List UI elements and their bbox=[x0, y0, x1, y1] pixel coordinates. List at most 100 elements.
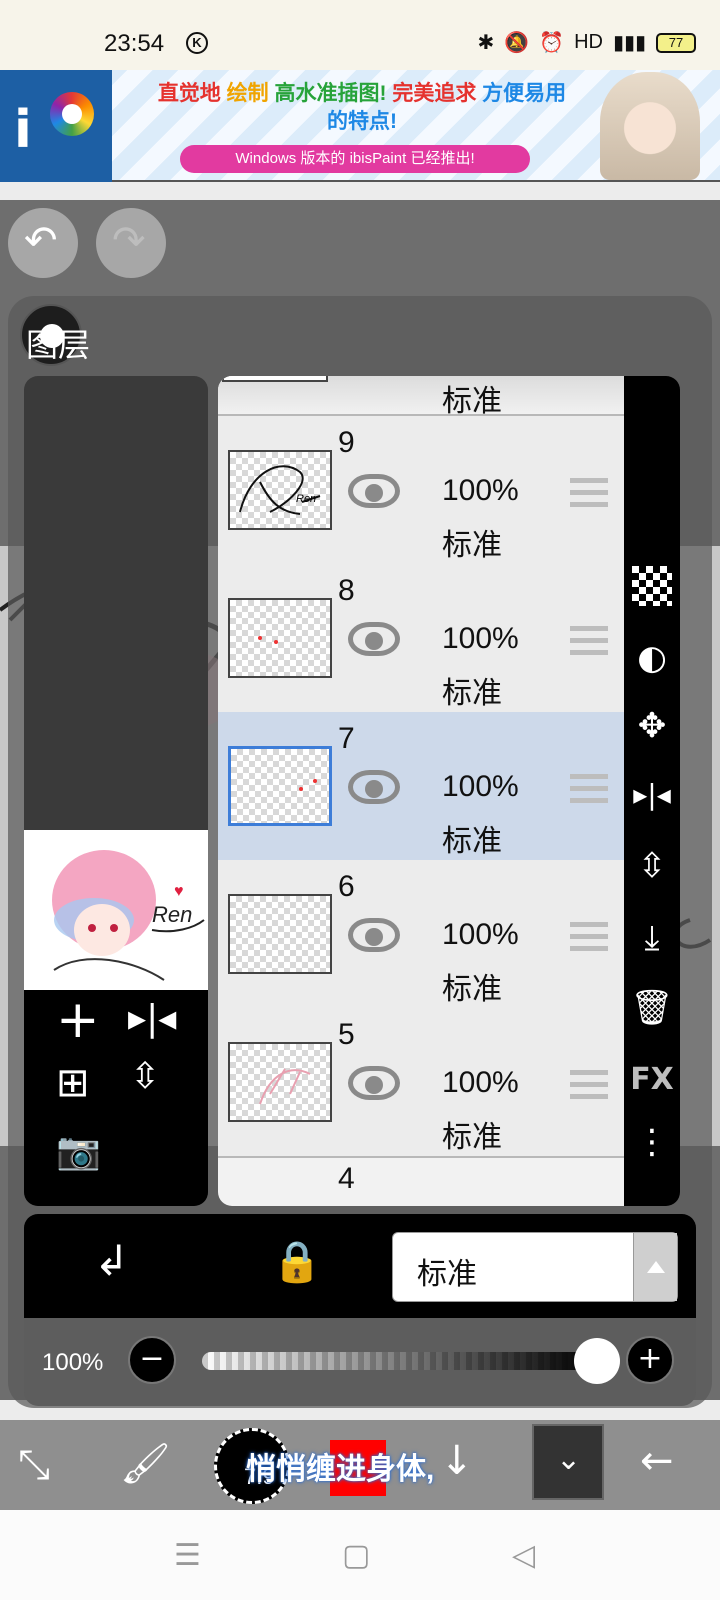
redo-icon: ↷ bbox=[112, 218, 146, 264]
back-nav-icon[interactable]: ◁ bbox=[512, 1538, 535, 1573]
layer-row[interactable]: 8 100% 标准 bbox=[218, 564, 624, 714]
layer-blend-mode: 标准 bbox=[442, 973, 502, 1006]
blend-mode-value: 标准 bbox=[417, 1258, 477, 1291]
drag-handle-icon[interactable] bbox=[570, 478, 608, 508]
alpha-lock-icon[interactable]: 🔒 bbox=[272, 1238, 322, 1285]
collapse-button[interactable]: ⌄ bbox=[532, 1424, 604, 1500]
add-layer-icon[interactable]: + bbox=[56, 990, 100, 1050]
logo-letter: i bbox=[14, 100, 32, 160]
ad-banner[interactable]: i 直觉地 绘制 高水准插图! 完美追求 方便易用 的特点! Windows 版… bbox=[0, 70, 720, 182]
visibility-eye-icon[interactable] bbox=[348, 1066, 400, 1100]
preview-illustration: Ren ♥ bbox=[52, 850, 205, 981]
ad-headline-line2: 的特点! bbox=[327, 110, 397, 133]
undo-button[interactable]: ↶ bbox=[8, 208, 78, 278]
preview-signature: Ren bbox=[152, 902, 192, 927]
more-icon[interactable]: ⋮ bbox=[624, 1122, 680, 1162]
ibispaint-logo: i bbox=[0, 70, 112, 182]
layer-thumbnail bbox=[228, 894, 332, 974]
status-time: 23:54 bbox=[104, 30, 165, 57]
ad-headline-part: 高水准插图! bbox=[274, 82, 393, 105]
undo-icon: ↶ bbox=[24, 218, 58, 264]
opacity-slider-thumb[interactable] bbox=[574, 1338, 620, 1384]
layer-row[interactable]: 6 100% 标准 bbox=[218, 860, 624, 1010]
system-nav-bar: ☰ ▢ ◁ bbox=[0, 1510, 720, 1600]
layer-thumbnail bbox=[228, 746, 332, 826]
alarm-icon: ⏰ bbox=[539, 32, 565, 54]
battery-icon: 77 bbox=[656, 32, 696, 53]
k-badge-icon: K bbox=[186, 32, 208, 54]
partial-layer-number: 4 bbox=[338, 1162, 355, 1195]
menu-nav-icon[interactable]: ☰ bbox=[174, 1538, 201, 1573]
trash-icon[interactable]: 🗑 bbox=[624, 988, 680, 1028]
checker-icon[interactable] bbox=[624, 566, 680, 615]
ad-headline-part: 完美追求 bbox=[392, 82, 483, 105]
layer-blend-mode: 标准 bbox=[442, 677, 502, 710]
drag-handle-icon[interactable] bbox=[570, 922, 608, 952]
ad-headline-part: 直觉地 bbox=[157, 82, 227, 105]
dropdown-arrow-icon bbox=[633, 1233, 677, 1301]
duplicate-layer-icon[interactable]: ⊞ bbox=[56, 1060, 90, 1106]
move-icon[interactable]: ✥ bbox=[624, 706, 680, 746]
opacity-increase-button[interactable]: + bbox=[626, 1336, 674, 1384]
layer-opacity: 100% bbox=[442, 918, 519, 951]
partial-layer-thumb bbox=[222, 376, 328, 382]
layer-thumbnail: Ren bbox=[228, 450, 332, 530]
drag-handle-icon[interactable] bbox=[570, 626, 608, 656]
ad-headline-part: 方便易用 bbox=[482, 82, 567, 105]
layer-number: 9 bbox=[338, 426, 355, 459]
flip-horizontal-icon[interactable]: ▸|◂ bbox=[128, 998, 176, 1039]
transform-icon[interactable]: ⤡ bbox=[18, 1442, 50, 1488]
clipping-icon[interactable]: ↲ bbox=[94, 1236, 129, 1285]
layer-opacity: 100% bbox=[442, 474, 519, 507]
back-arrow-icon[interactable]: ← bbox=[640, 1438, 674, 1484]
network-label: HD bbox=[574, 31, 603, 53]
drag-handle-icon[interactable] bbox=[570, 1070, 608, 1100]
status-icons: ✱ 🔕 ⏰ HD ▮▮▮ 77 bbox=[478, 30, 696, 55]
layer-number: 7 bbox=[338, 722, 355, 755]
opacity-label: 100% bbox=[42, 1349, 104, 1376]
layer-list[interactable]: 标准 Ren 9 100% 标准 8 100% 标准 7 100% 标准 6 100% 标准 5 100% 标… bbox=[218, 376, 624, 1206]
opacity-decrease-button[interactable]: − bbox=[128, 1336, 176, 1384]
drag-handle-icon[interactable] bbox=[570, 774, 608, 804]
layer-blend-mode: 标准 bbox=[442, 529, 502, 562]
brush-icon[interactable]: 🖌 bbox=[120, 1440, 171, 1487]
visibility-eye-icon[interactable] bbox=[348, 622, 400, 656]
layer-blend-mode: 标准 bbox=[442, 825, 502, 858]
visibility-eye-icon[interactable] bbox=[348, 474, 400, 508]
home-nav-icon[interactable]: ▢ bbox=[342, 1538, 370, 1573]
flip-horizontal-icon[interactable]: ▸|◂ bbox=[624, 778, 680, 811]
layer-row[interactable]: Ren 9 100% 标准 bbox=[218, 416, 624, 566]
layer-number: 5 bbox=[338, 1018, 355, 1051]
camera-icon[interactable]: 📷 bbox=[56, 1130, 101, 1172]
layer-row[interactable]: 5 100% 标准 bbox=[218, 1008, 624, 1158]
signal-icon: ▮▮▮ bbox=[612, 32, 646, 54]
layer-thumbnail bbox=[228, 598, 332, 678]
flip-vertical-icon[interactable]: ⇳ bbox=[130, 1056, 160, 1097]
layer-row[interactable]: 7 100% 标准 bbox=[218, 712, 624, 862]
layer-number: 8 bbox=[338, 574, 355, 607]
fx-button[interactable]: FX bbox=[624, 1062, 680, 1097]
layer-blend-mode: 标准 bbox=[442, 1121, 502, 1154]
svg-text:Ren: Ren bbox=[296, 493, 316, 505]
merge-down-icon[interactable]: ⤓ bbox=[624, 918, 680, 958]
layer-number: 6 bbox=[338, 870, 355, 903]
ad-pill: Windows 版本的 ibisPaint 已经推出! bbox=[180, 145, 530, 173]
canvas-preview-thumbnail[interactable]: Ren ♥ bbox=[24, 830, 208, 990]
half-circle-icon[interactable]: ◐ bbox=[624, 638, 680, 678]
visibility-eye-icon[interactable] bbox=[348, 918, 400, 952]
visibility-eye-icon[interactable] bbox=[348, 770, 400, 804]
layer-opacity: 100% bbox=[442, 622, 519, 655]
status-bar: 23:54 K ✱ 🔕 ⏰ HD ▮▮▮ 77 bbox=[0, 0, 720, 70]
ad-headline: 直觉地 绘制 高水准插图! 完美追求 方便易用 的特点! bbox=[132, 80, 592, 136]
blend-mode-select[interactable]: 标准 bbox=[392, 1232, 678, 1302]
ad-portrait-image bbox=[600, 72, 700, 180]
layer-opacity: 100% bbox=[442, 1066, 519, 1099]
layer-right-tools: ◐ ✥ ▸|◂ ⇳ ⤓ 🗑 FX ⋮ bbox=[624, 376, 680, 1206]
redo-button[interactable]: ↷ bbox=[96, 208, 166, 278]
opacity-slider-track[interactable] bbox=[202, 1352, 594, 1370]
down-arrow-icon[interactable]: ↓ bbox=[440, 1438, 474, 1484]
lyric-subtitle: 悄悄缠进身体, bbox=[246, 1453, 435, 1486]
mute-bell-icon: 🔕 bbox=[504, 32, 530, 54]
double-chevron-down-icon: ⌄ bbox=[556, 1442, 582, 1477]
flip-vertical-icon[interactable]: ⇳ bbox=[624, 846, 680, 886]
